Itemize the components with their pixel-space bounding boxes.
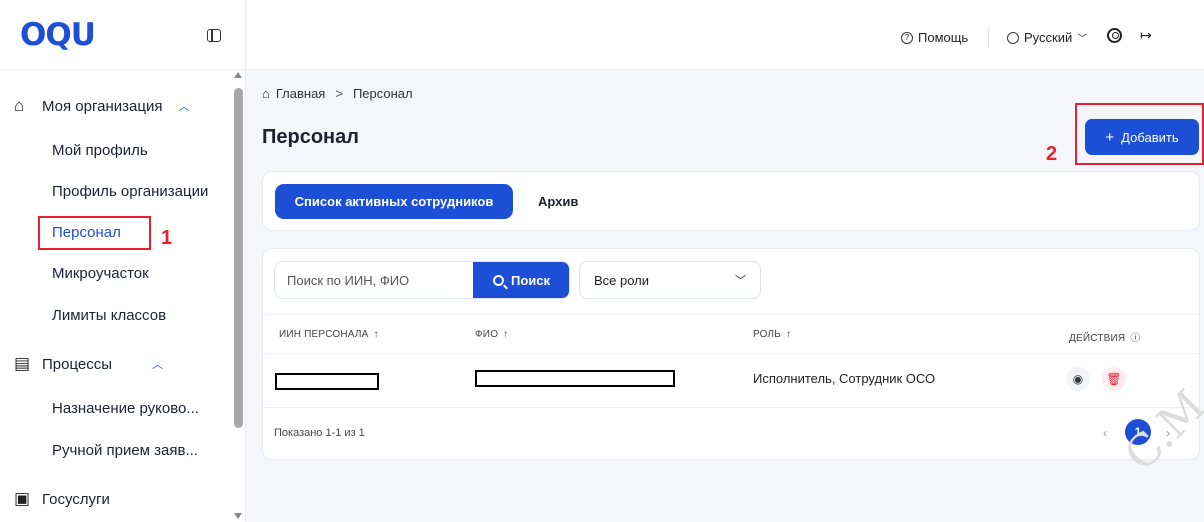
sidebar-scrollbar[interactable] [234, 88, 243, 428]
column-header-actions: ДЕЙСТВИЯ ⓘ [1069, 329, 1141, 344]
role-filter-value: Все роли [594, 272, 650, 288]
logout-icon[interactable]: ↦ [1140, 27, 1152, 44]
page-title: Персонал [262, 126, 359, 148]
table-divider [263, 407, 1199, 408]
inbox-icon: ▣ [14, 489, 31, 508]
chevron-down-icon: ﹀ [1077, 34, 1088, 45]
sidebar: OQU ⌂ Моя организация ︿ Мой профиль Проф… [0, 0, 246, 522]
sort-arrow-icon: ↑ [503, 329, 509, 340]
redacted-fio [475, 370, 675, 387]
tab-archive[interactable]: Архив [538, 194, 578, 209]
sidebar-header: OQU [0, 0, 245, 70]
building-icon: ⌂ [14, 96, 25, 115]
sidebar-group-processes[interactable]: ▤ Процессы ︿ [14, 355, 163, 373]
clipboard-icon: ▤ [14, 354, 31, 373]
scroll-down-arrow[interactable] [234, 513, 242, 519]
table-cell-role: Исполнитель, Сотрудник ОСО [753, 371, 936, 386]
pagination-prev-icon[interactable]: ‹ [1103, 426, 1107, 440]
role-filter-select[interactable]: Все роли ﹀ [579, 261, 761, 299]
info-icon[interactable]: ⓘ [1130, 333, 1140, 344]
redacted-iin [275, 373, 379, 390]
annotation-number-1: 1 [161, 227, 173, 249]
column-header-label: РОЛЬ [753, 329, 782, 340]
annotation-number-2: 2 [1046, 143, 1058, 165]
sidebar-item-my-profile[interactable]: Мой профиль [52, 142, 148, 159]
sidebar-item-class-limits[interactable]: Лимиты классов [52, 307, 166, 324]
sidebar-item-microdistrict[interactable]: Микроучасток [52, 265, 149, 282]
tabs-card: Список активных сотрудников Архив [262, 171, 1200, 231]
sidebar-group-label: Моя организация [42, 97, 163, 115]
breadcrumb-home[interactable]: Главная [276, 86, 325, 101]
sidebar-item-organization-profile[interactable]: Профиль организации [52, 183, 208, 200]
sidebar-group-my-organization[interactable]: ⌂ Моя организация ︿ [14, 97, 189, 115]
column-header-label: ФИО [475, 329, 499, 340]
language-label: Русский [1024, 30, 1073, 45]
chevron-up-icon: ︿ [152, 359, 164, 371]
sidebar-group-label: Госуслуги [42, 490, 110, 508]
chevron-down-icon: ﹀ [735, 275, 746, 287]
column-header-label: ИИН ПЕРСОНАЛА [279, 329, 369, 340]
search-icon [492, 274, 504, 286]
column-header-iin[interactable]: ИИН ПЕРСОНАЛА ↑ [279, 329, 379, 340]
column-header-label: ДЕЙСТВИЯ [1069, 333, 1126, 344]
sidebar-group-label: Процессы [42, 355, 113, 373]
sidebar-item-head-assignment[interactable]: Назначение руково... [52, 400, 199, 417]
help-label: Помощь [918, 30, 969, 45]
question-circle-icon: ? [901, 31, 913, 44]
search-button-label: Поиск [510, 272, 550, 288]
header-divider [988, 27, 989, 47]
table-divider [263, 353, 1199, 354]
globe-icon [1007, 31, 1019, 44]
delete-trash-icon[interactable]: 🗑 [1102, 367, 1126, 391]
search-input[interactable] [275, 262, 473, 298]
tab-active-employees[interactable]: Список активных сотрудников [275, 184, 513, 219]
sidebar-collapse-icon[interactable] [207, 29, 221, 42]
user-profile-icon[interactable] [1107, 28, 1122, 43]
sort-arrow-icon: ↑ [786, 329, 792, 340]
scroll-up-arrow[interactable] [234, 72, 242, 78]
column-header-fio[interactable]: ФИО ↑ [475, 329, 508, 340]
top-bar: ? Помощь Русский ﹀ ↦ [247, 0, 1204, 70]
language-selector[interactable]: Русский ﹀ [1007, 30, 1087, 45]
search-group: Поиск [274, 261, 570, 299]
sidebar-group-public-services[interactable]: ▣ Госуслуги [14, 490, 110, 508]
chevron-up-icon: ︿ [178, 101, 190, 113]
breadcrumb: ⌂ Главная > Персонал [262, 86, 413, 101]
column-header-role[interactable]: РОЛЬ ↑ [753, 329, 791, 340]
annotation-box-1 [38, 216, 151, 250]
app-logo[interactable]: OQU [20, 17, 96, 53]
home-icon[interactable]: ⌂ [262, 86, 270, 101]
personnel-table-card: Поиск Все роли ﹀ ИИН ПЕРСОНАЛА ↑ ФИО ↑ РОЛ… [262, 248, 1200, 460]
table-divider [263, 314, 1199, 315]
sort-arrow-icon: ↑ [373, 329, 379, 340]
breadcrumb-current: Персонал [352, 86, 413, 101]
breadcrumb-separator: > [335, 86, 343, 101]
sidebar-item-manual-application[interactable]: Ручной прием заяв... [52, 442, 198, 459]
search-button[interactable]: Поиск [473, 262, 569, 298]
view-eye-icon[interactable]: ◉ [1066, 367, 1090, 391]
help-link[interactable]: ? Помощь [901, 30, 968, 45]
records-count: Показано 1-1 из 1 [274, 427, 365, 439]
annotation-box-2 [1075, 103, 1204, 165]
